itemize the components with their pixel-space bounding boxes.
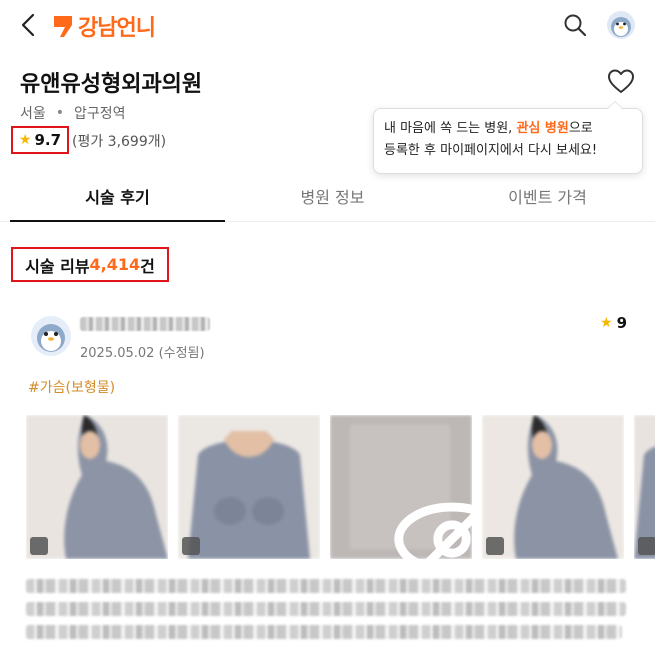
review-hashtag[interactable]: #가슴(보형물)	[28, 377, 115, 397]
hospital-rating: ★ 9.7	[11, 126, 69, 154]
tooltip-highlight: 관심 병원	[516, 121, 569, 136]
review-photo-hidden[interactable]	[330, 415, 472, 559]
review-rating: ★ 9	[600, 314, 627, 332]
review-text-blurred	[26, 602, 626, 616]
app-logo[interactable]: 강남언니	[52, 10, 156, 42]
review-date: 2025.05.02 (수정됨)	[80, 346, 205, 361]
location-station: 압구정역	[74, 106, 126, 122]
tab-hospital-info[interactable]: 병원 정보	[225, 170, 440, 221]
chevron-left-icon[interactable]	[18, 12, 40, 38]
tab-event-price[interactable]: 이벤트 가격	[440, 170, 655, 221]
review-count-heading: 시술 리뷰 4,414 건	[11, 247, 169, 282]
rating-count: (평가 3,699개)	[72, 134, 167, 150]
review-photo[interactable]	[26, 415, 168, 559]
tab-treatment-reviews[interactable]: 시술 후기	[0, 170, 225, 222]
location-separator: •	[55, 105, 65, 121]
logo-text: 강남언니	[78, 16, 156, 41]
top-bar: 강남언니	[0, 0, 655, 52]
review-text-blurred	[26, 579, 626, 593]
photo-badge-icon	[486, 537, 504, 555]
tooltip-line-1: 내 마음에 쏙 드는 병원, 관심 병원으로	[384, 121, 593, 136]
reviewer-avatar[interactable]	[30, 315, 72, 357]
star-icon: ★	[600, 315, 613, 331]
review-rating-value: 9	[616, 314, 627, 332]
photo-badge-icon	[638, 537, 655, 555]
profile-avatar-icon[interactable]	[606, 10, 636, 40]
logo-mark-icon	[54, 16, 72, 37]
location-city: 서울	[20, 106, 46, 122]
review-photo[interactable]	[178, 415, 320, 559]
review-count-number: 4,414	[89, 255, 141, 274]
review-photo-strip[interactable]	[26, 415, 655, 559]
review-text-blurred	[26, 625, 622, 639]
review-photo[interactable]	[634, 415, 655, 559]
star-icon: ★	[18, 132, 32, 148]
eye-off-icon	[394, 502, 472, 559]
favorite-tooltip: 내 마음에 쏙 드는 병원, 관심 병원으로 등록한 후 마이페이지에서 다시 …	[373, 101, 643, 174]
tooltip-line-2: 등록한 후 마이페이지에서 다시 보세요!	[384, 143, 598, 158]
photo-badge-icon	[30, 537, 48, 555]
hospital-location: 서울 • 압구정역	[20, 103, 126, 123]
heart-outline-icon[interactable]	[606, 66, 636, 96]
review-photo[interactable]	[482, 415, 624, 559]
photo-badge-icon	[182, 537, 200, 555]
reviewer-name-blurred	[80, 317, 210, 331]
search-icon[interactable]	[562, 12, 588, 38]
hospital-name: 유앤유성형외과의원	[20, 72, 203, 97]
rating-value: 9.7	[34, 131, 62, 149]
tab-bar: 시술 후기 병원 정보 이벤트 가격	[0, 170, 655, 222]
